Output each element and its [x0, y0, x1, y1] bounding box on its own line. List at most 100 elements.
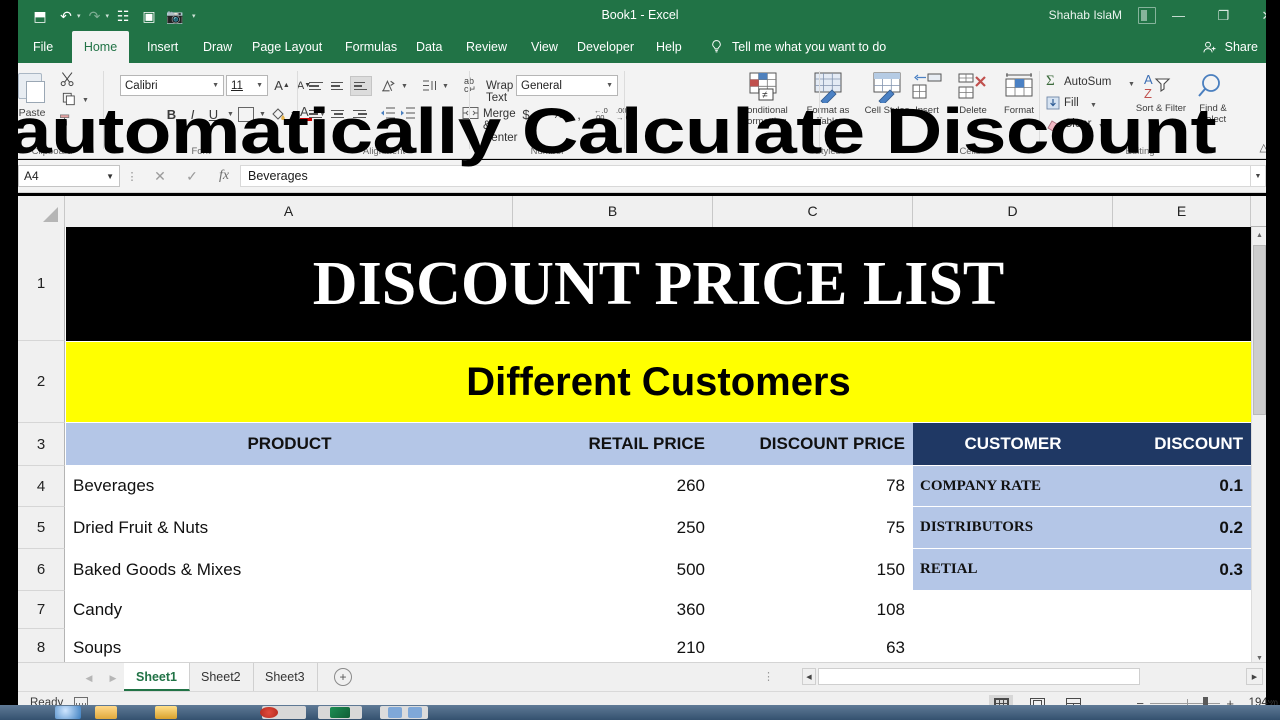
- cell-c4-discount[interactable]: 78: [713, 466, 913, 506]
- cell-a5-product[interactable]: Dried Fruit & Nuts: [66, 507, 513, 548]
- tab-file[interactable]: File: [22, 31, 64, 63]
- sheet-tab-sheet3[interactable]: Sheet3: [253, 663, 318, 691]
- cell-c8-discount[interactable]: 63: [713, 629, 913, 666]
- tab-draw[interactable]: Draw: [192, 31, 243, 63]
- column-header-a[interactable]: A: [65, 196, 513, 227]
- scroll-up-icon[interactable]: ▲: [1252, 227, 1266, 243]
- number-format-combo[interactable]: General ▼: [516, 75, 618, 96]
- orientation-dropdown-icon[interactable]: ▼: [401, 83, 408, 90]
- customize-qat-icon[interactable]: ▾: [192, 12, 196, 20]
- grow-font-button[interactable]: A ▲: [272, 76, 292, 95]
- undo-dropdown-icon[interactable]: ▾: [77, 12, 81, 20]
- align-top-button[interactable]: [306, 77, 326, 95]
- cancel-icon[interactable]: ✕: [144, 168, 176, 185]
- tab-data[interactable]: Data: [405, 31, 453, 63]
- row-header-7[interactable]: 7: [18, 591, 65, 629]
- taskbar-app-icon-2[interactable]: [408, 707, 422, 718]
- taskbar-explorer-icon[interactable]: [95, 706, 117, 719]
- cell-a8-product[interactable]: Soups: [66, 629, 513, 666]
- cell-a7-product[interactable]: Candy: [66, 591, 513, 628]
- tab-page-layout[interactable]: Page Layout: [241, 31, 333, 63]
- vertical-scroll-thumb[interactable]: [1253, 245, 1266, 415]
- cell-b8-retail[interactable]: 210: [513, 629, 713, 666]
- name-box[interactable]: A4 ▼: [18, 165, 120, 187]
- sheet-tab-sheet2[interactable]: Sheet2: [189, 663, 254, 691]
- banner-subtitle[interactable]: Different Customers: [66, 342, 1251, 422]
- select-all-corner[interactable]: [18, 196, 65, 227]
- zoom-slider[interactable]: [1150, 703, 1220, 704]
- hscroll-left-icon[interactable]: ◀: [802, 668, 816, 685]
- text-direction-icon[interactable]: [422, 79, 438, 92]
- cell-e6-rate[interactable]: 0.3: [1113, 549, 1251, 590]
- cell-d4-customer[interactable]: COMPANY RATE: [913, 466, 1113, 506]
- row-header-1[interactable]: 1: [18, 227, 65, 341]
- tab-insert[interactable]: Insert: [136, 31, 189, 63]
- horizontal-scrollbar[interactable]: [818, 668, 1140, 685]
- tab-view[interactable]: View: [520, 31, 569, 63]
- taskbar-record-icon[interactable]: [260, 707, 278, 718]
- orientation-icon[interactable]: [380, 77, 397, 94]
- row-header-6[interactable]: 6: [18, 549, 65, 591]
- prev-sheet-icon[interactable]: ◀: [80, 669, 98, 687]
- sheet-tab-sheet1[interactable]: Sheet1: [124, 663, 190, 691]
- header-retail-price[interactable]: RETAIL PRICE: [513, 423, 713, 465]
- header-discount-price[interactable]: DISCOUNT PRICE: [713, 423, 913, 465]
- redo-dropdown-icon[interactable]: ▾: [106, 12, 110, 20]
- sort-filter-icon[interactable]: ☷: [111, 5, 135, 27]
- cell-c5-discount[interactable]: 75: [713, 507, 913, 548]
- header-product[interactable]: PRODUCT: [66, 423, 513, 465]
- banner-title[interactable]: DISCOUNT PRICE LIST: [66, 227, 1251, 341]
- save-icon[interactable]: ⬒: [28, 5, 52, 27]
- taskbar-app-icon-1[interactable]: [388, 707, 402, 718]
- restore-button[interactable]: ❐: [1201, 0, 1246, 31]
- cell-b5-retail[interactable]: 250: [513, 507, 713, 548]
- column-header-c[interactable]: C: [713, 196, 913, 227]
- tab-help[interactable]: Help: [645, 31, 693, 63]
- horizontal-split-handle[interactable]: ⋮: [763, 670, 774, 683]
- header-discount-rate[interactable]: DISCOUNT: [1113, 423, 1251, 465]
- column-header-e[interactable]: E: [1113, 196, 1251, 227]
- hscroll-right-icon[interactable]: ▶: [1246, 668, 1263, 685]
- taskbar-excel-icon[interactable]: [330, 707, 350, 718]
- enter-icon[interactable]: ✓: [176, 168, 208, 185]
- tab-developer[interactable]: Developer: [566, 31, 645, 63]
- minimize-button[interactable]: —: [1156, 0, 1201, 31]
- tab-formulas[interactable]: Formulas: [334, 31, 408, 63]
- cell-e4-rate[interactable]: 0.1: [1113, 466, 1251, 506]
- cell-d6-customer[interactable]: RETIAL: [913, 549, 1113, 590]
- cell-b7-retail[interactable]: 360: [513, 591, 713, 628]
- row-header-4[interactable]: 4: [18, 466, 65, 507]
- next-sheet-icon[interactable]: ▶: [104, 669, 122, 687]
- font-size-combo[interactable]: 11 ▼: [226, 75, 268, 96]
- add-sheet-button[interactable]: +: [334, 668, 352, 686]
- cell-d5-customer[interactable]: DISTRIBUTORS: [913, 507, 1113, 548]
- row-header-5[interactable]: 5: [18, 507, 65, 549]
- header-customer[interactable]: CUSTOMER: [913, 423, 1113, 465]
- insert-function-icon[interactable]: fx: [208, 168, 240, 184]
- cell-a4-product[interactable]: Beverages: [66, 466, 513, 506]
- cell-a6-product[interactable]: Baked Goods & Mixes: [66, 549, 513, 590]
- vertical-scrollbar[interactable]: ▲ ▼: [1251, 227, 1266, 666]
- taskbar-folder-icon[interactable]: [155, 706, 177, 719]
- autosum-dropdown-icon[interactable]: ▼: [1128, 81, 1135, 88]
- undo-icon[interactable]: ↶: [54, 5, 78, 27]
- cell-b4-retail[interactable]: 260: [513, 466, 713, 506]
- cell-b6-retail[interactable]: 500: [513, 549, 713, 590]
- row-header-8[interactable]: 8: [18, 629, 65, 666]
- row-header-3[interactable]: 3: [18, 423, 65, 466]
- cell-c6-discount[interactable]: 150: [713, 549, 913, 590]
- column-header-d[interactable]: D: [913, 196, 1113, 227]
- tab-review[interactable]: Review: [455, 31, 518, 63]
- align-middle-button[interactable]: [328, 77, 348, 95]
- print-preview-icon[interactable]: ▣: [137, 5, 161, 27]
- cell-e5-rate[interactable]: 0.2: [1113, 507, 1251, 548]
- account-name[interactable]: Shahab IslaM: [1049, 0, 1122, 31]
- formula-input[interactable]: Beverages: [240, 165, 1250, 187]
- screenshot-camera-icon[interactable]: 📷: [163, 5, 187, 27]
- expand-formula-bar-icon[interactable]: ▼: [1250, 165, 1266, 187]
- cell-c7-discount[interactable]: 108: [713, 591, 913, 628]
- text-direction-dropdown-icon[interactable]: ▼: [442, 83, 449, 90]
- tab-home[interactable]: Home: [72, 31, 129, 63]
- share-button[interactable]: Share: [1225, 31, 1258, 63]
- scissors-icon[interactable]: [60, 71, 76, 87]
